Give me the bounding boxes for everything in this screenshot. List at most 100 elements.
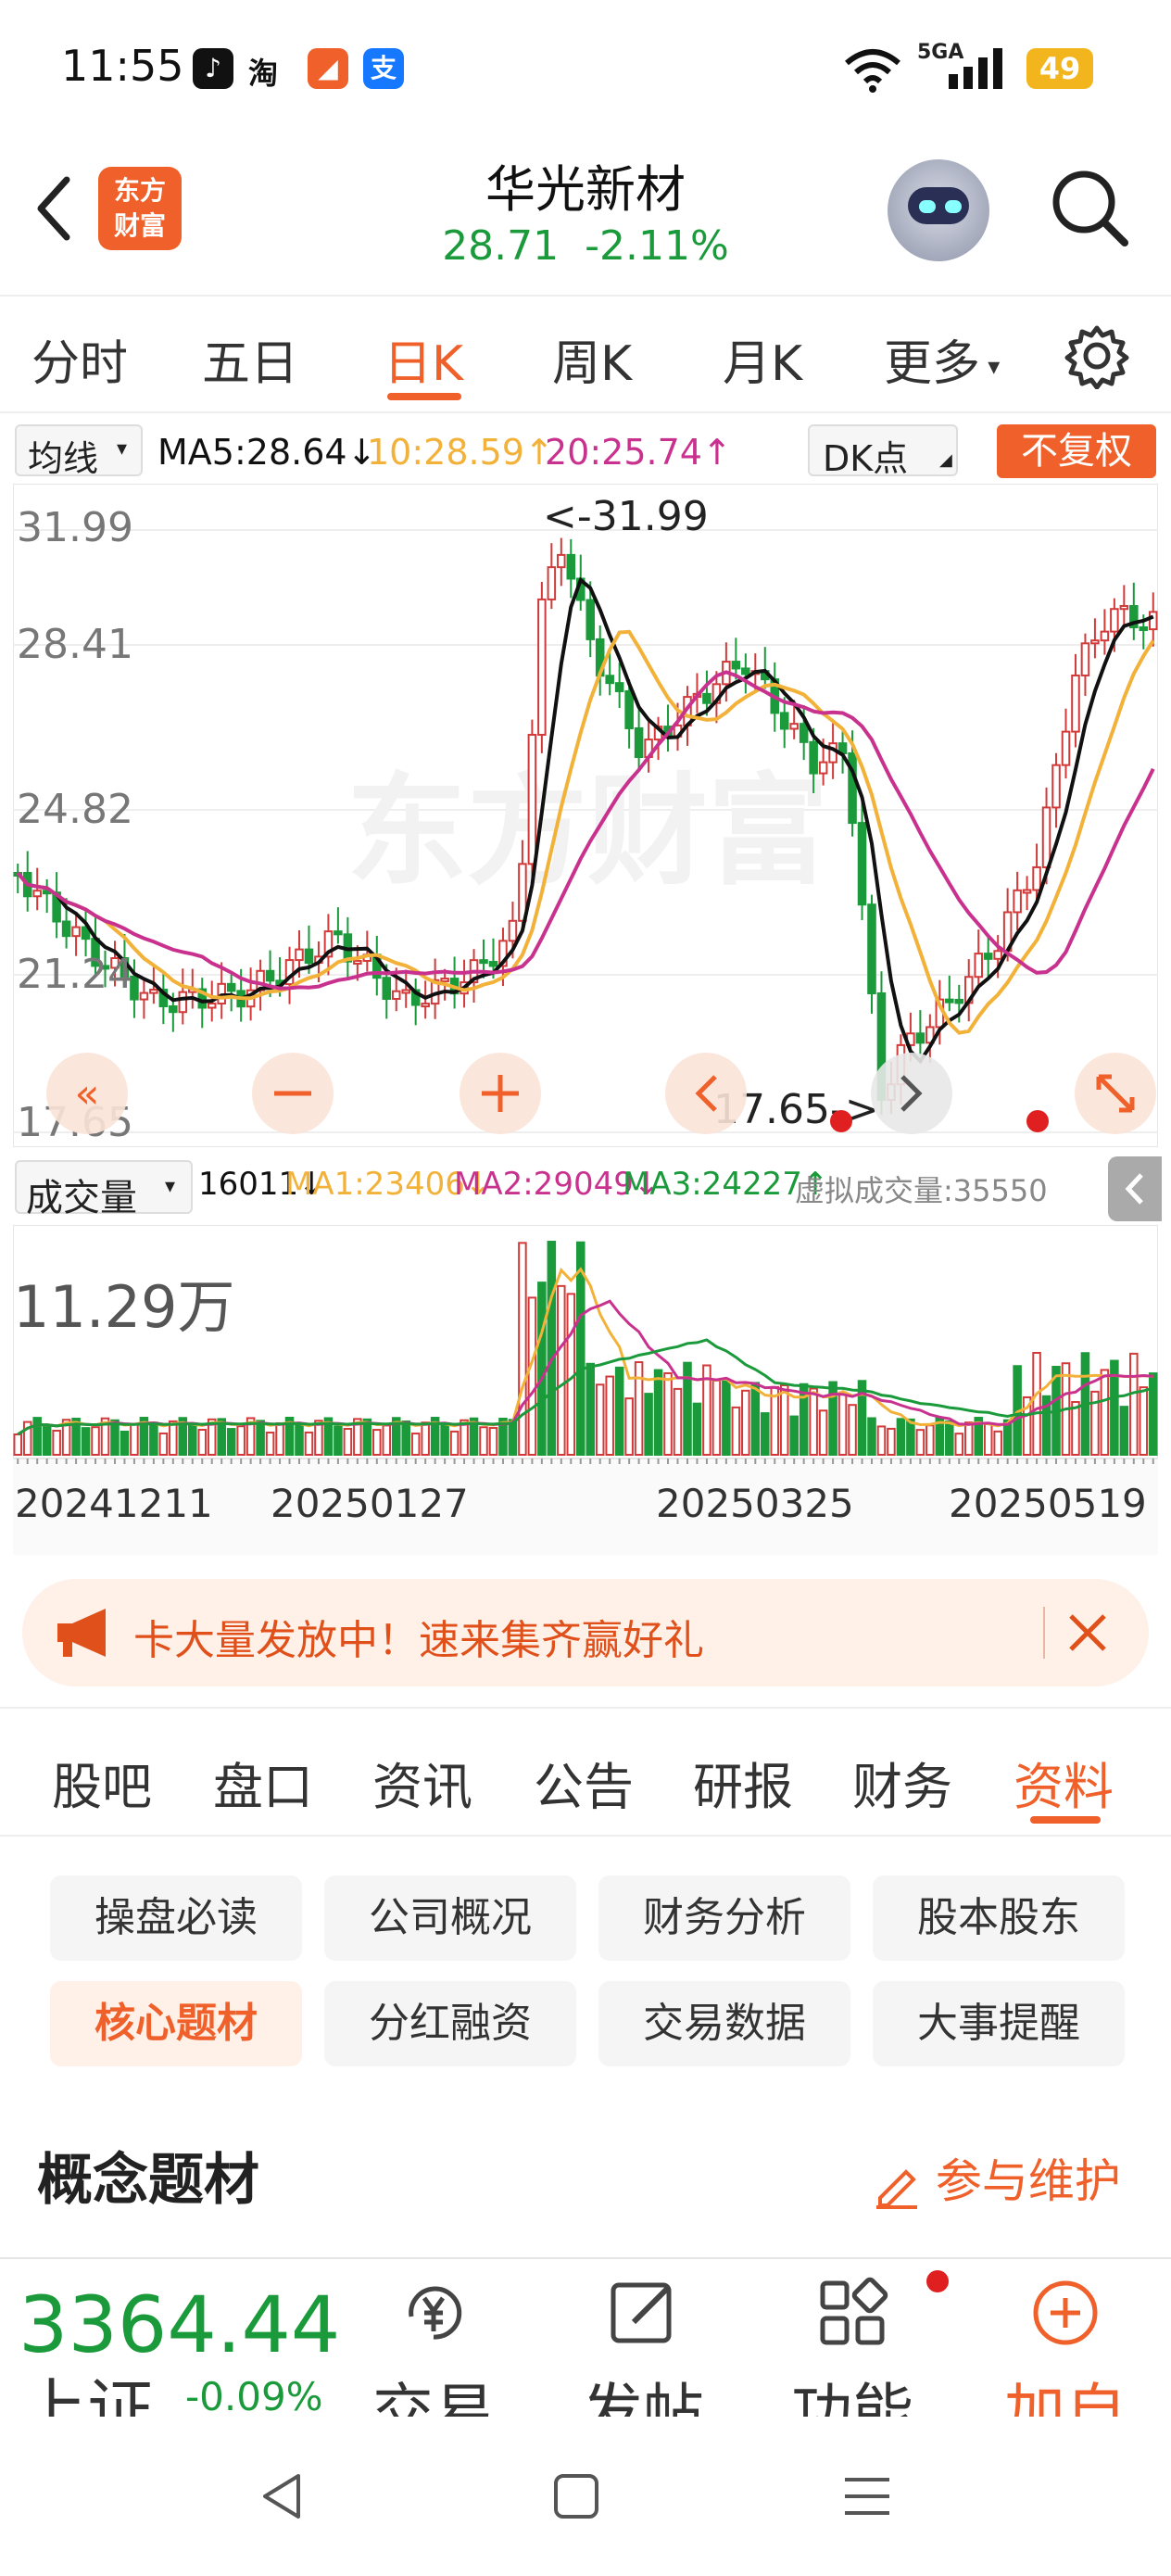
volume-bar — [236, 1425, 246, 1456]
nav-back-icon[interactable] — [256, 2469, 311, 2524]
tab-pankou[interactable]: 盘口 — [213, 1746, 313, 1819]
grid-trading-must-read[interactable]: 操盘必读 — [50, 1875, 302, 1961]
grid-financial-analysis[interactable]: 财务分析 — [598, 1875, 850, 1961]
volume-bar — [1129, 1352, 1139, 1456]
candle-body — [945, 998, 954, 1004]
scroll-right-button[interactable] — [871, 1053, 952, 1134]
candle-body — [828, 742, 837, 764]
volume-bar — [731, 1406, 741, 1456]
volume-bar — [837, 1391, 848, 1456]
close-icon[interactable] — [1065, 1610, 1110, 1655]
y-axis-label: 28.41 — [17, 621, 133, 668]
grid-dividends[interactable]: 分红融资 — [324, 1981, 576, 2066]
volume-bar — [440, 1422, 449, 1457]
volume-bar — [1071, 1401, 1080, 1457]
volume-bar — [634, 1361, 644, 1456]
stock-change: -2.11% — [585, 222, 729, 270]
tab-more[interactable]: 更多 ▾ — [884, 324, 1000, 394]
ma5-value: MA5:28.64↓ — [157, 432, 377, 473]
tab-research[interactable]: 研报 — [693, 1746, 793, 1819]
volume-bar — [887, 1427, 896, 1456]
douyin-icon: ♪ — [193, 48, 233, 89]
candle-body — [295, 948, 304, 962]
collapse-panel-button[interactable] — [1108, 1156, 1162, 1221]
candle-body — [624, 689, 634, 729]
candle-body — [983, 953, 993, 960]
tab-daily-k[interactable]: 日K — [384, 324, 463, 394]
volume-bar — [809, 1387, 818, 1456]
volume-bar — [508, 1419, 518, 1456]
nav-menu-icon[interactable] — [839, 2469, 895, 2524]
volume-bar — [653, 1369, 663, 1456]
tab-news[interactable]: 资讯 — [372, 1746, 472, 1819]
plus-circle-icon — [1033, 2280, 1098, 2345]
volume-bar — [595, 1383, 605, 1456]
max-price-label: <-31.99 — [543, 493, 709, 540]
candle-body — [1051, 764, 1061, 809]
candle-body — [634, 726, 644, 759]
volume-bar — [711, 1379, 722, 1456]
candle-body — [1139, 625, 1149, 631]
grid-event-reminders[interactable]: 大事提醒 — [873, 1981, 1125, 2066]
post-button[interactable]: 发帖 — [560, 2276, 726, 2417]
tab-finance[interactable]: 财务 — [852, 1746, 952, 1819]
candle-body — [789, 723, 799, 730]
trade-button[interactable]: 交易 — [350, 2276, 517, 2417]
kline-chart[interactable]: 东方财富 31.9928.4124.8221.2417.65 <-31.99 1… — [13, 484, 1158, 1147]
no-adjust-button[interactable]: 不复权 — [997, 424, 1156, 478]
promo-banner[interactable]: 卡大量发放中！速来集齐赢好礼 — [22, 1579, 1149, 1686]
settings-gear-icon[interactable] — [1064, 322, 1130, 389]
active-tab-underline — [1030, 1816, 1101, 1824]
back-arrow-icon[interactable] — [26, 167, 82, 250]
ma10-value: 10:28.59↑ — [367, 432, 554, 473]
candle-body — [353, 959, 362, 965]
grid-core-concepts[interactable]: 核心题材 — [50, 1981, 302, 2066]
volume-bar — [993, 1430, 1002, 1456]
tab-weekly-k[interactable]: 周K — [552, 324, 632, 394]
pencil-icon — [876, 2168, 917, 2209]
candle-body — [71, 926, 81, 938]
functions-button[interactable]: 功能 — [769, 2276, 936, 2417]
candle-body — [779, 712, 789, 730]
taobao-icon: 淘 — [248, 56, 279, 91]
volume-bar — [421, 1421, 430, 1457]
dk-point-selector[interactable]: DK点 ◢ — [808, 424, 958, 479]
volume-bar — [488, 1427, 498, 1456]
grid-shareholders[interactable]: 股本股东 — [873, 1875, 1125, 1961]
index-change: -0.09% — [185, 2374, 323, 2417]
volume-bar — [566, 1293, 576, 1456]
robot-assistant-avatar[interactable] — [888, 159, 989, 261]
volume-bar — [547, 1241, 557, 1457]
nav-home-icon[interactable] — [548, 2469, 604, 2524]
watermark-text: 东方财富 — [346, 760, 828, 902]
maintain-button[interactable]: 参与维护 — [873, 2144, 1121, 2211]
volume-bar — [1148, 1372, 1158, 1456]
volume-bar — [304, 1431, 314, 1456]
tab-five-day[interactable]: 五日 — [202, 324, 298, 394]
volume-selector[interactable]: 成交量 ▾ — [15, 1160, 193, 1219]
ma-selector[interactable]: 均线 ▾ — [15, 424, 143, 479]
tab-profile[interactable]: 资料 — [1014, 1746, 1114, 1819]
volume-bar — [624, 1397, 634, 1457]
volume-bar — [343, 1428, 353, 1457]
tab-timeshare[interactable]: 分时 — [31, 324, 128, 394]
grid-company-overview[interactable]: 公司概况 — [324, 1875, 576, 1961]
search-icon[interactable] — [1047, 165, 1130, 248]
candle-body — [867, 903, 876, 994]
tab-guba[interactable]: 股吧 — [52, 1746, 152, 1819]
grid-trading-data[interactable]: 交易数据 — [598, 1981, 850, 2066]
candle-body — [1080, 642, 1090, 676]
date-label: 20250127 — [271, 1481, 469, 1526]
volume-bar — [673, 1387, 683, 1456]
scroll-left-button[interactable] — [665, 1053, 747, 1134]
volume-bar — [1032, 1352, 1041, 1456]
volume-bar — [983, 1422, 993, 1456]
volume-bar — [52, 1429, 61, 1456]
candle-body — [566, 553, 576, 580]
tab-monthly-k[interactable]: 月K — [723, 324, 802, 394]
volume-bar — [256, 1420, 265, 1457]
candle-body — [1148, 611, 1158, 631]
add-watchlist-button[interactable]: 加自选 — [982, 2276, 1149, 2417]
volume-bar — [915, 1429, 925, 1456]
tab-announcements[interactable]: 公告 — [534, 1746, 634, 1819]
